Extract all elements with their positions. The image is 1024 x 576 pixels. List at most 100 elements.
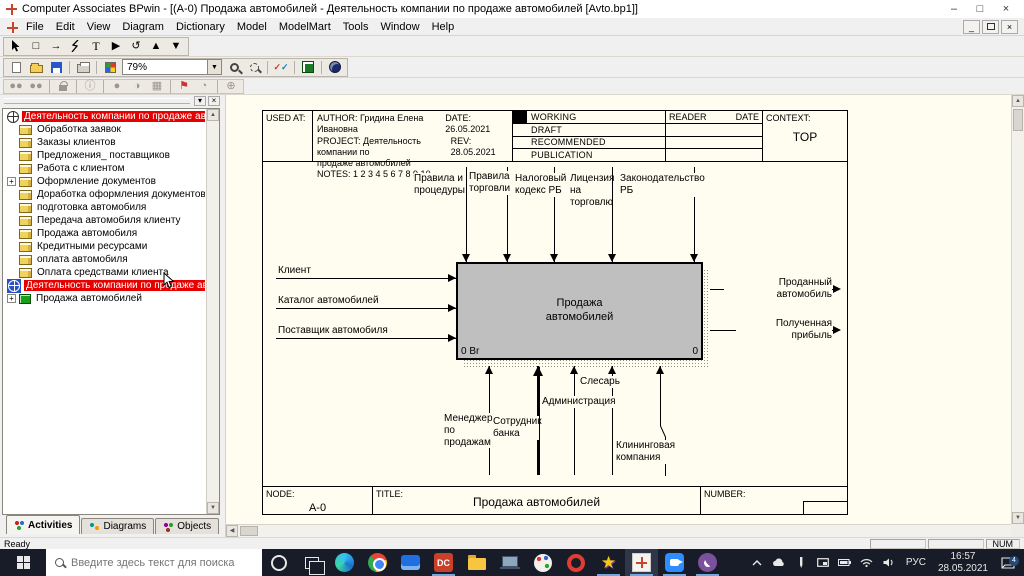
mdi-restore-button[interactable] bbox=[982, 19, 999, 34]
input-label[interactable]: Клиент bbox=[278, 265, 311, 277]
tree-item[interactable]: Предложения_ поставщиков bbox=[4, 149, 205, 162]
menu-model[interactable]: Model bbox=[231, 20, 273, 34]
file-explorer-icon[interactable] bbox=[460, 549, 493, 576]
go-down-tool-button[interactable]: ▼ bbox=[166, 38, 186, 54]
tree-item[interactable]: Работа с клиентом bbox=[4, 162, 205, 175]
cortana-icon[interactable] bbox=[262, 549, 295, 576]
tree-item[interactable]: оплата автомобиля bbox=[4, 253, 205, 266]
mechanism-label[interactable]: Администрация bbox=[542, 396, 616, 408]
mechanism-label[interactable]: Сотрудник банка bbox=[493, 416, 542, 440]
maximize-button[interactable]: □ bbox=[974, 3, 986, 15]
vertical-scrollbar[interactable]: ▲ ▼ bbox=[1011, 95, 1024, 524]
color-palette-icon[interactable] bbox=[100, 59, 120, 75]
pen-icon[interactable] bbox=[792, 549, 810, 576]
menu-modelmart[interactable]: ModelMart bbox=[273, 20, 337, 34]
start-button[interactable] bbox=[0, 549, 46, 576]
chrome-icon[interactable] bbox=[361, 549, 394, 576]
arrow-tool-button[interactable]: → bbox=[46, 38, 66, 54]
input-arrow[interactable] bbox=[276, 308, 456, 309]
tray-expand-icon[interactable] bbox=[748, 549, 766, 576]
tree-item-model[interactable]: Деятельность компании по продаже автомоб… bbox=[4, 110, 205, 123]
menu-help[interactable]: Help bbox=[426, 20, 461, 34]
tab-objects[interactable]: Objects bbox=[155, 518, 220, 534]
wifi-icon[interactable] bbox=[858, 549, 876, 576]
zoom-dropdown-arrow[interactable]: ▼ bbox=[207, 60, 221, 74]
zoom-combo[interactable]: 79% ▼ bbox=[122, 59, 222, 75]
bpwin-taskbar-icon[interactable] bbox=[625, 549, 658, 576]
volume-icon[interactable] bbox=[880, 549, 898, 576]
control-label[interactable]: Правила торговли bbox=[469, 171, 510, 195]
go-up-tool-button[interactable]: ▲ bbox=[146, 38, 166, 54]
activity-box-tool-button[interactable]: □ bbox=[26, 38, 46, 54]
control-label[interactable]: Лицензия на торговлю bbox=[570, 173, 614, 209]
menu-edit[interactable]: Edit bbox=[50, 20, 81, 34]
zoom-in-icon[interactable] bbox=[224, 59, 244, 75]
opera-app-icon[interactable] bbox=[559, 549, 592, 576]
mail-app-icon[interactable] bbox=[394, 549, 427, 576]
modelmart-globe-icon[interactable] bbox=[325, 59, 345, 75]
tree-item[interactable]: Продажа автомобиля bbox=[4, 227, 205, 240]
control-label[interactable]: Правила и процедуры bbox=[414, 173, 466, 197]
precedence-tool-button[interactable]: ▶ bbox=[106, 38, 126, 54]
tree-item[interactable]: подготовка автомобиля bbox=[4, 201, 205, 214]
pointer-tool-button[interactable] bbox=[6, 38, 26, 54]
vertical-scroll-thumb[interactable] bbox=[1013, 109, 1023, 131]
horizontal-scrollbar[interactable]: ◀ bbox=[226, 524, 1011, 537]
battery-icon[interactable] bbox=[836, 549, 854, 576]
tree-item[interactable]: Кредитными ресурсами bbox=[4, 240, 205, 253]
close-button[interactable]: × bbox=[1000, 3, 1012, 15]
scroll-down-icon[interactable]: ▼ bbox=[1012, 512, 1024, 524]
laptop-app-icon[interactable] bbox=[493, 549, 526, 576]
scroll-left-icon[interactable]: ◀ bbox=[226, 525, 238, 537]
menu-view[interactable]: View bbox=[81, 20, 117, 34]
input-label[interactable]: Каталог автомобилей bbox=[278, 295, 379, 307]
activity-box[interactable]: Продажа автомобилей 0 Br 0 bbox=[456, 262, 703, 360]
mdi-close-button[interactable]: × bbox=[1001, 19, 1018, 34]
menu-file[interactable]: File bbox=[20, 20, 50, 34]
menu-window[interactable]: Window bbox=[374, 20, 425, 34]
search-input[interactable] bbox=[71, 556, 241, 569]
task-view-icon[interactable] bbox=[295, 549, 328, 576]
notifications-icon[interactable]: 4 bbox=[996, 555, 1020, 569]
minimize-button[interactable]: – bbox=[948, 3, 960, 15]
print-icon[interactable] bbox=[73, 59, 93, 75]
mdi-minimize-button[interactable]: _ bbox=[963, 19, 980, 34]
horizontal-scroll-thumb[interactable] bbox=[240, 526, 258, 536]
edge-icon[interactable] bbox=[328, 549, 361, 576]
model-explorer-icon[interactable] bbox=[298, 59, 318, 75]
open-file-icon[interactable] bbox=[26, 59, 46, 75]
tree-item[interactable]: Заказы клиентов bbox=[4, 136, 205, 149]
control-label[interactable]: Налоговый кодекс РБ bbox=[515, 173, 566, 197]
control-arrow[interactable] bbox=[466, 167, 467, 262]
cast-screen-icon[interactable] bbox=[814, 549, 832, 576]
tab-activities[interactable]: Activities bbox=[6, 515, 81, 534]
spell-check-icon[interactable]: ✓ ✓ bbox=[271, 59, 291, 75]
taskbar-clock[interactable]: 16:57 28.05.2021 bbox=[934, 551, 992, 574]
panel-close-icon[interactable]: × bbox=[208, 96, 220, 106]
tree-item[interactable]: + Оформление документов bbox=[4, 175, 205, 188]
viber-icon[interactable] bbox=[691, 549, 724, 576]
zoom-area-icon[interactable] bbox=[244, 59, 264, 75]
mechanism-label[interactable]: Слесарь bbox=[580, 376, 620, 388]
tree-item[interactable]: Обработка заявок bbox=[4, 123, 205, 136]
input-label[interactable]: Поставщик автомобиля bbox=[278, 325, 388, 337]
new-file-icon[interactable] bbox=[6, 59, 26, 75]
tree-item[interactable]: + Продажа автомобилей bbox=[4, 292, 205, 305]
taskbar-search[interactable] bbox=[46, 549, 262, 576]
menu-tools[interactable]: Tools bbox=[337, 20, 375, 34]
model-explorer-header[interactable]: ▾ × bbox=[0, 95, 222, 107]
tab-diagrams[interactable]: Diagrams bbox=[81, 518, 155, 534]
mechanism-label[interactable]: Менеджер по продажам bbox=[444, 413, 493, 449]
tree-item[interactable]: Передача автомобиля клиенту bbox=[4, 214, 205, 227]
panel-pin-button[interactable]: ▾ bbox=[194, 96, 206, 106]
tree-vertical-scrollbar[interactable]: ▲ ▼ bbox=[206, 109, 219, 514]
red-app-icon[interactable]: DC bbox=[427, 549, 460, 576]
expander-plus-icon[interactable]: + bbox=[7, 294, 16, 303]
input-arrow[interactable] bbox=[276, 278, 456, 279]
tree-scroll-down-icon[interactable]: ▼ bbox=[207, 502, 219, 514]
save-file-icon[interactable] bbox=[46, 59, 66, 75]
text-tool-button[interactable]: T bbox=[86, 38, 106, 54]
mechanism-arrow[interactable] bbox=[574, 366, 575, 475]
mechanism-label[interactable]: Клининговая компания bbox=[616, 440, 675, 464]
menu-diagram[interactable]: Diagram bbox=[116, 20, 170, 34]
